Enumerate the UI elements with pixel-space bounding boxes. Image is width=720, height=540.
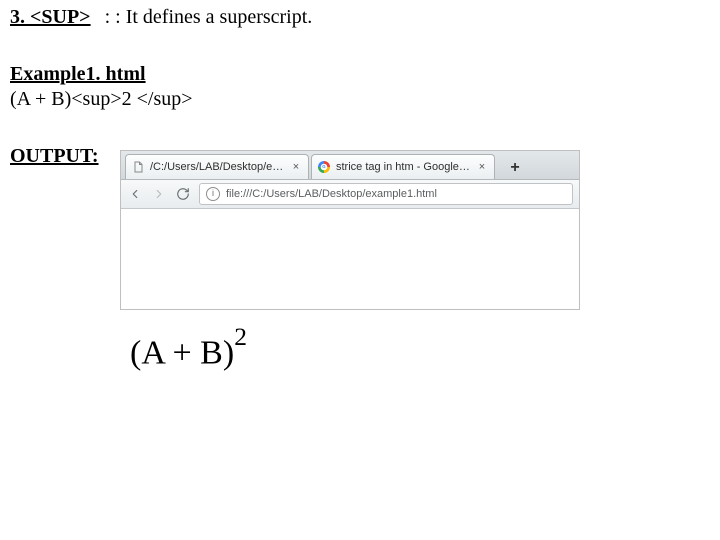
rendered-output: (A + B)2	[130, 328, 710, 372]
reload-button[interactable]	[175, 186, 191, 202]
tab-title: /C:/Users/LAB/Desktop/example1	[150, 161, 284, 173]
page-viewport	[121, 209, 579, 309]
google-icon	[318, 161, 330, 173]
new-tab-button[interactable]: +	[503, 157, 527, 179]
forward-button[interactable]	[151, 186, 167, 202]
url-field[interactable]: i file:///C:/Users/LAB/Desktop/example1.…	[199, 183, 573, 205]
url-text: file:///C:/Users/LAB/Desktop/example1.ht…	[226, 188, 437, 200]
close-icon[interactable]: ×	[290, 161, 302, 173]
rendered-base: (A + B)	[130, 334, 234, 371]
rendered-superscript: 2	[234, 322, 247, 351]
info-icon[interactable]: i	[206, 187, 220, 201]
tag-definition: : : It defines a superscript.	[105, 6, 313, 29]
address-bar: i file:///C:/Users/LAB/Desktop/example1.…	[121, 180, 579, 209]
example-code: (A + B)<sup>2 </sup>	[10, 88, 710, 111]
tab-title: strice tag in htm - Google Se	[336, 161, 470, 173]
browser-window: /C:/Users/LAB/Desktop/example1 × strice …	[120, 150, 580, 310]
close-icon[interactable]: ×	[476, 161, 488, 173]
tab-strip: /C:/Users/LAB/Desktop/example1 × strice …	[121, 151, 579, 180]
browser-tab-google[interactable]: strice tag in htm - Google Se ×	[311, 154, 495, 179]
back-button[interactable]	[127, 186, 143, 202]
heading-row: 3. <SUP> : : It defines a superscript.	[10, 6, 710, 29]
file-icon	[132, 161, 144, 173]
tag-heading: 3. <SUP>	[10, 6, 91, 29]
browser-tab-file[interactable]: /C:/Users/LAB/Desktop/example1 ×	[125, 154, 309, 179]
example-heading: Example1. html	[10, 63, 710, 86]
